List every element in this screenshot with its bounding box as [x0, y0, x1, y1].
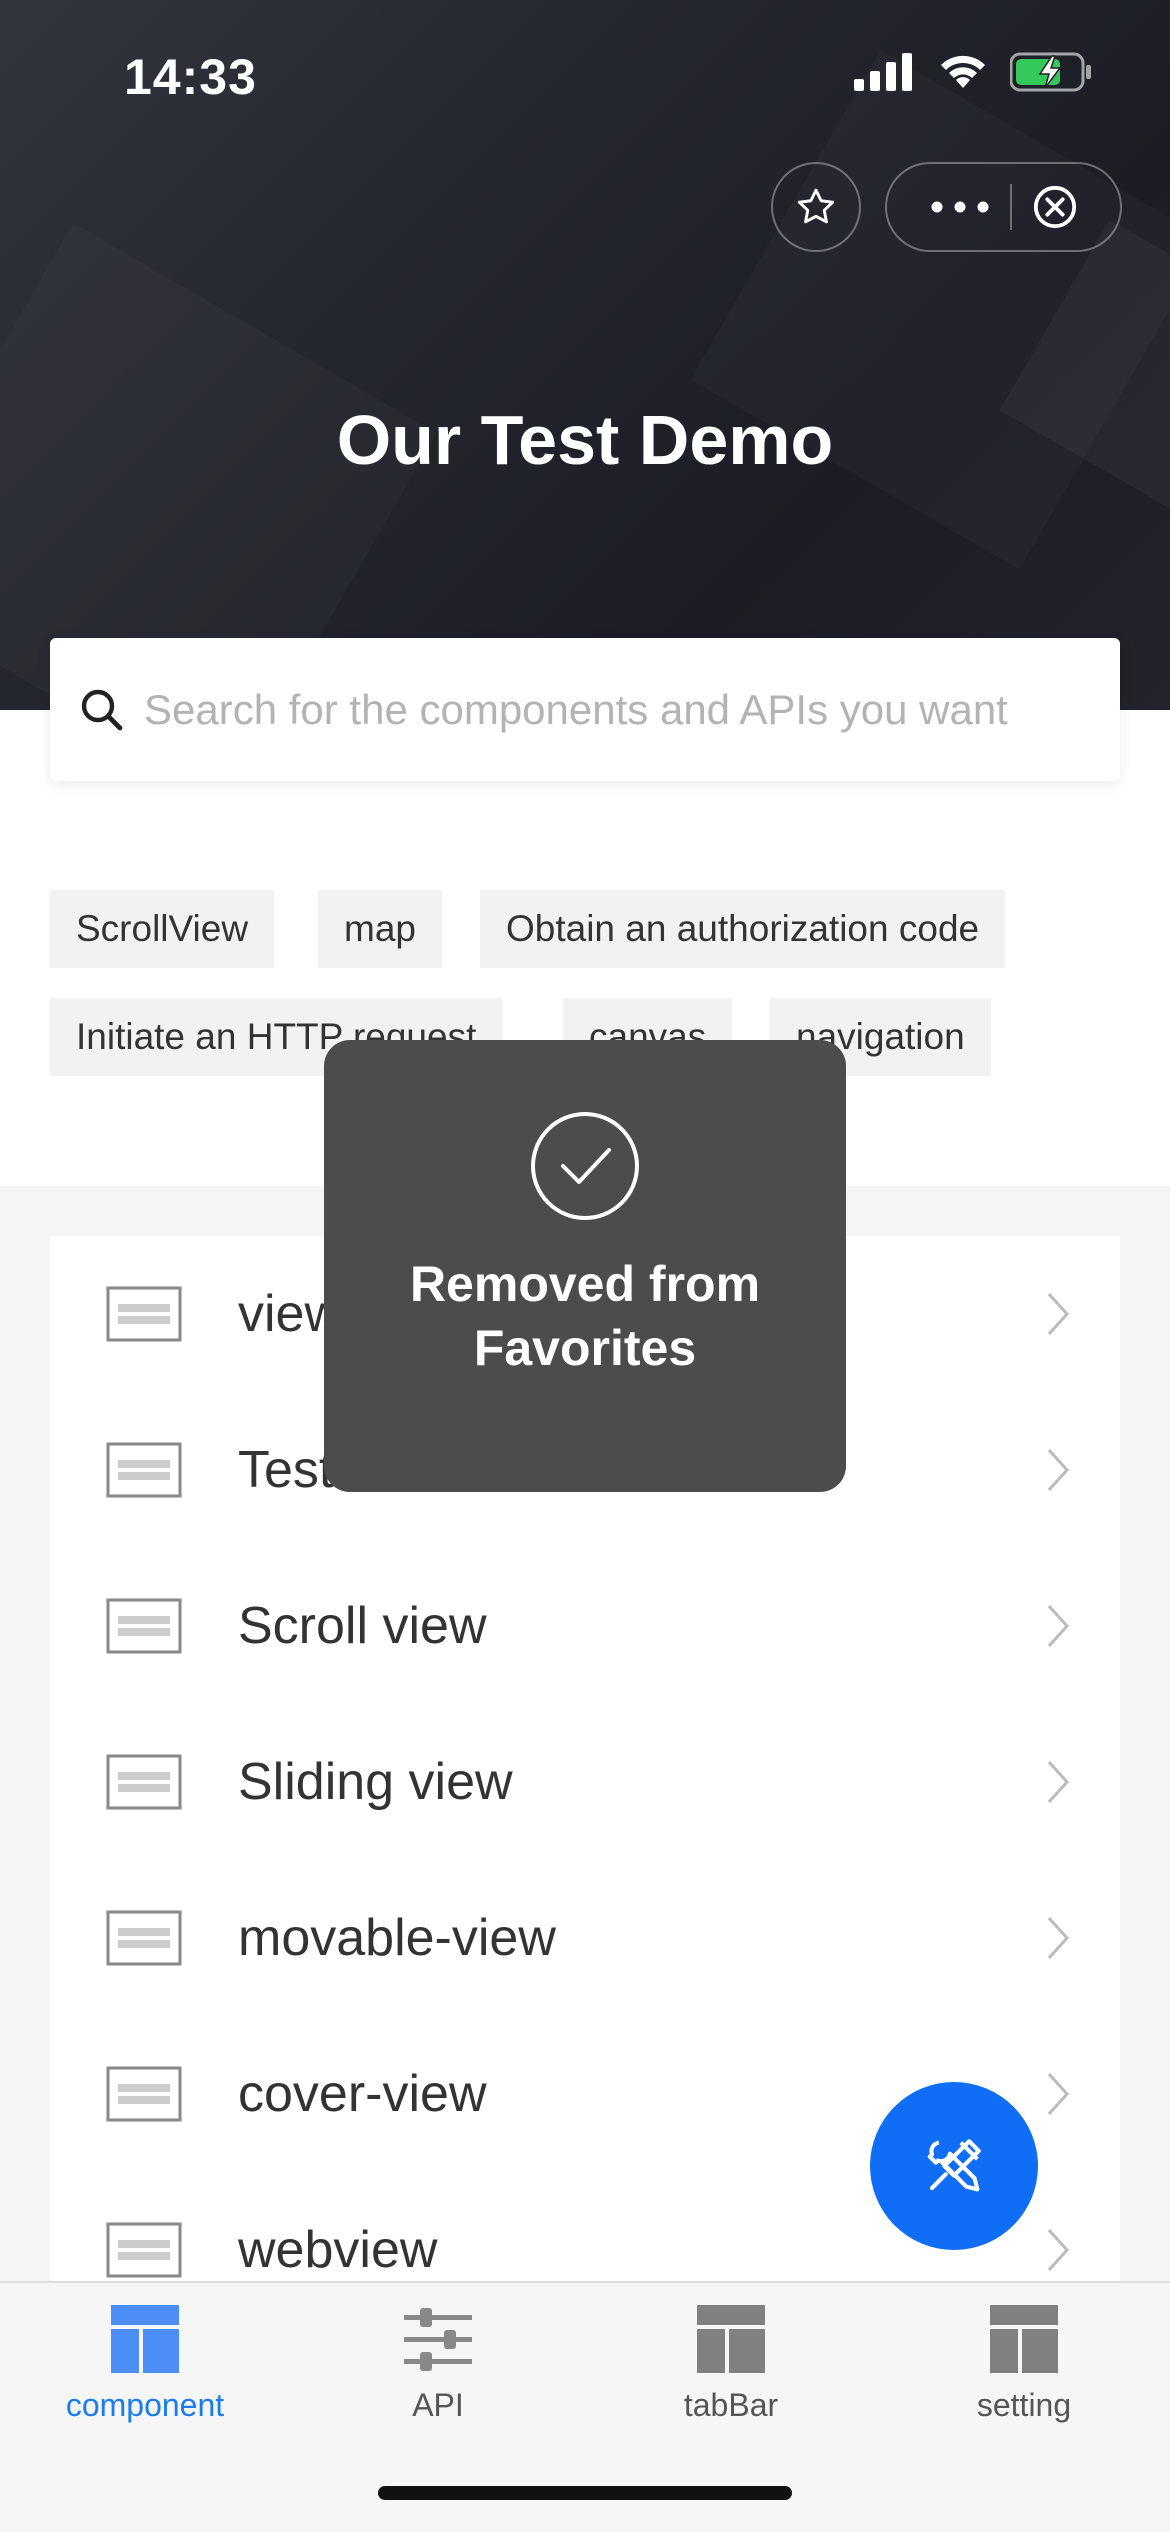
battery-charging-icon: [1010, 52, 1091, 92]
list-item-label: Sliding view: [238, 1753, 513, 1811]
tab-label: API: [412, 2387, 464, 2423]
list-item-label: cover-view: [238, 2065, 487, 2123]
wifi-icon: [941, 55, 985, 88]
view-component-icon: [106, 2222, 182, 2278]
component-tab-icon: [111, 2305, 179, 2373]
header-banner: 14:33 Our Test Demo: [0, 0, 1170, 710]
tab-api[interactable]: API: [318, 2305, 558, 2424]
checkmark-circle-icon: [531, 1112, 639, 1220]
more-icon[interactable]: [930, 200, 990, 214]
chevron-right-icon: [1047, 1916, 1070, 1960]
miniprogram-capsule: [885, 162, 1122, 252]
close-icon[interactable]: [1032, 184, 1078, 230]
tab-label: tabBar: [683, 2387, 779, 2423]
capsule-divider: [1009, 184, 1012, 230]
view-component-icon: [106, 1442, 182, 1498]
star-icon: [797, 188, 835, 224]
layout-icon: [990, 2305, 1058, 2373]
list-item-label: webview: [238, 2221, 438, 2279]
status-icons: [854, 52, 1092, 92]
chevron-right-icon: [1047, 2072, 1070, 2116]
tab-setting[interactable]: setting: [904, 2305, 1144, 2424]
favorite-button[interactable]: [771, 162, 861, 252]
tools-fab-button[interactable]: [870, 2082, 1038, 2250]
tab-tabbar[interactable]: tabBar: [611, 2305, 851, 2424]
view-component-icon: [106, 2066, 182, 2122]
tools-icon: [927, 2139, 981, 2192]
search-placeholder: Search for the components and APIs you w…: [144, 685, 1008, 733]
list-item[interactable]: Scroll view: [50, 1548, 1120, 1704]
list-item-label: Scroll view: [238, 1597, 487, 1655]
view-component-icon: [106, 1754, 182, 1810]
page-title: Our Test Demo: [336, 401, 834, 479]
hot-tag[interactable]: ScrollView: [50, 890, 275, 968]
list-item[interactable]: Sliding view: [50, 1704, 1120, 1860]
toast-message: Removed from Favorites: [409, 1256, 761, 1376]
chevron-right-icon: [1047, 2228, 1070, 2272]
toast-notification: Removed from Favorites: [324, 1040, 846, 1492]
hot-tag[interactable]: Obtain an authorization code: [480, 890, 1006, 968]
tab-label: component: [65, 2387, 225, 2423]
search-icon: [81, 689, 123, 730]
chevron-right-icon: [1047, 1604, 1070, 1648]
view-component-icon: [106, 1910, 182, 1966]
tab-label: setting: [976, 2387, 1072, 2423]
view-component-icon: [106, 1598, 182, 1654]
chevron-right-icon: [1047, 1448, 1070, 1492]
tab-component[interactable]: component: [25, 2305, 265, 2424]
list-item-label: movable-view: [238, 1909, 556, 1967]
sliders-icon: [404, 2308, 472, 2371]
search-input[interactable]: Search for the components and APIs you w…: [50, 638, 1120, 781]
cellular-signal-icon: [854, 53, 912, 91]
chevron-right-icon: [1047, 1292, 1070, 1336]
hot-tag[interactable]: map: [318, 890, 442, 968]
status-time: 14:33: [124, 49, 257, 105]
view-component-icon: [106, 1286, 182, 1342]
chevron-right-icon: [1047, 1760, 1070, 1804]
home-indicator: [378, 2486, 792, 2500]
layout-icon: [697, 2305, 765, 2373]
list-item[interactable]: movable-view: [50, 1860, 1120, 2016]
